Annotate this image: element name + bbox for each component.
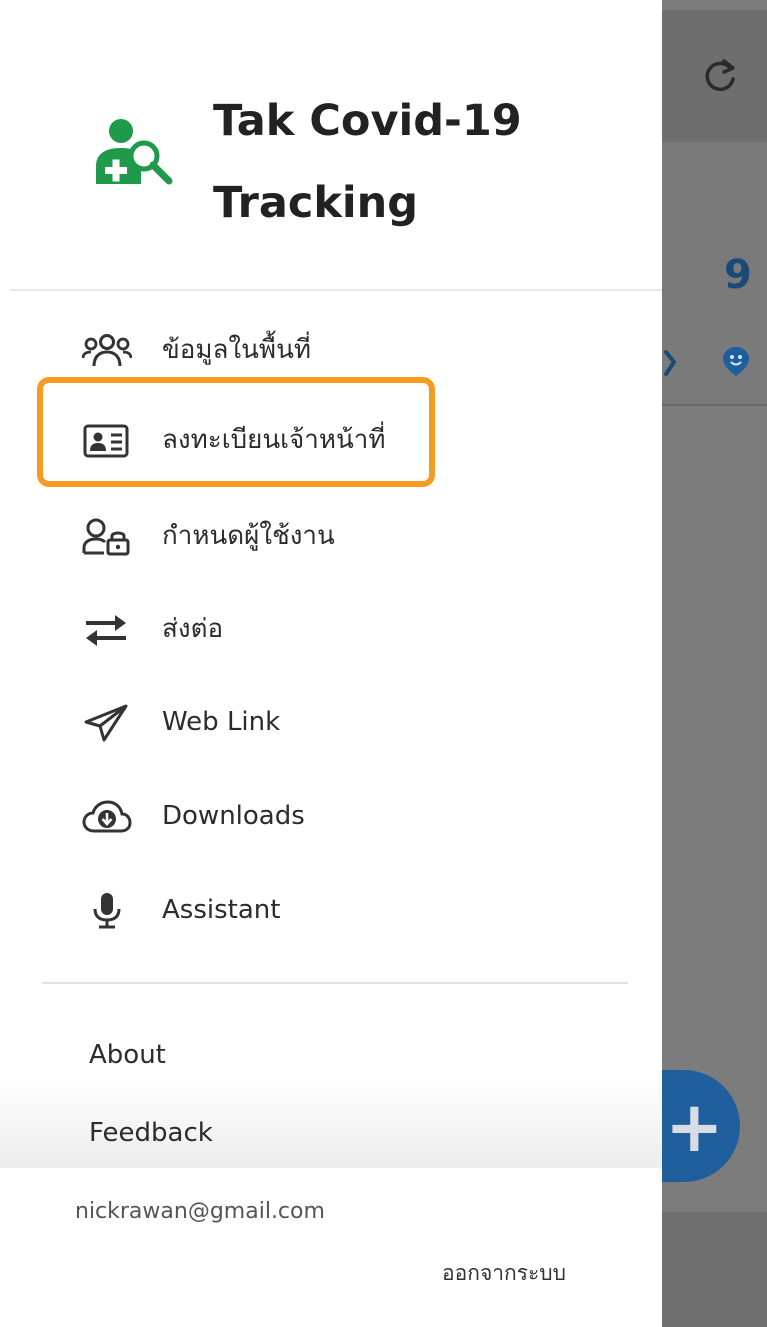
map-pin-icon (723, 347, 749, 376)
people-group-icon (82, 334, 132, 367)
account-email: nickrawan@gmail.com (75, 1199, 325, 1224)
cloud-download-icon (82, 800, 132, 833)
background-count: 9 (724, 252, 752, 298)
menu-item-label: กำหนดผู้ใช้งาน (162, 521, 335, 551)
about-link[interactable]: About (89, 1040, 166, 1070)
covid-tracking-logo-icon (96, 119, 173, 185)
account-footer (10, 1168, 662, 1327)
menu-item-assistant[interactable]: Assistant (0, 864, 662, 956)
background-partial-icon (664, 350, 677, 376)
divider (10, 289, 662, 291)
menu-item-label: Downloads (162, 801, 305, 831)
menu-item-downloads[interactable]: Downloads (0, 770, 662, 862)
menu-item-label: Assistant (162, 895, 281, 925)
plus-icon: + (665, 1086, 724, 1168)
background-bottom-bar (662, 1212, 767, 1327)
navigation-drawer: Tak Covid-19 Tracking ข้อมูลในพื้นที่ ลง… (0, 0, 662, 1327)
app-title: Tak Covid-19 Tracking (213, 96, 522, 228)
menu-item-label: Web Link (162, 707, 281, 737)
menu-item-user-settings[interactable]: กำหนดผู้ใช้งาน (0, 490, 662, 582)
menu-item-label: ส่งต่อ (162, 614, 224, 644)
selection-highlight-box (37, 377, 435, 487)
menu-item-web-link[interactable]: Web Link (0, 676, 662, 768)
user-lock-icon (82, 518, 130, 556)
exchange-arrows-icon (86, 615, 126, 646)
refresh-icon[interactable] (700, 55, 740, 95)
menu-item-refer[interactable]: ส่งต่อ (0, 583, 662, 675)
divider (42, 982, 628, 984)
paper-plane-icon (84, 704, 128, 742)
microphone-icon (93, 893, 121, 929)
feedback-link[interactable]: Feedback (89, 1118, 213, 1148)
logout-button[interactable]: ออกจากระบบ (442, 1257, 566, 1290)
